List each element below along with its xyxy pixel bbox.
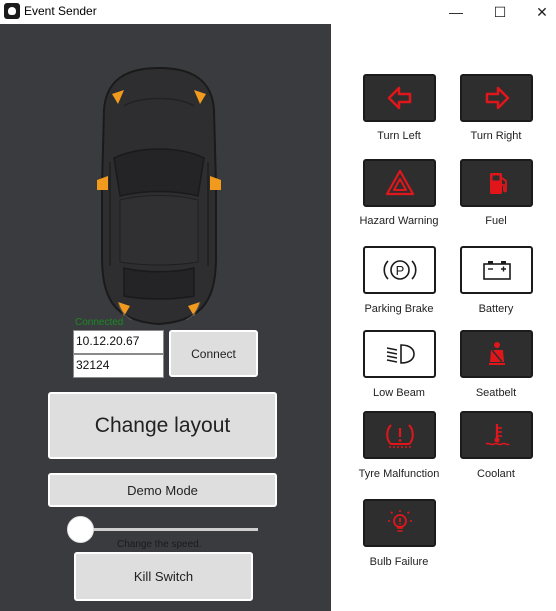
bulb-failure-icon	[387, 510, 412, 532]
control-panel: Connected 10.12.20.67 32124 Connect Chan…	[0, 24, 331, 611]
coolant-temperature-icon	[485, 424, 510, 446]
demo-mode-button[interactable]: Demo Mode	[48, 473, 277, 507]
window-title: Event Sender	[24, 4, 97, 18]
fuel-label: Fuel	[485, 215, 507, 227]
fuel-pump-icon	[489, 173, 507, 194]
seatbelt-icon	[488, 342, 505, 365]
low-beam-icon	[386, 344, 415, 364]
tyre-malfunction-label: Tyre Malfunction	[358, 468, 440, 480]
port-input[interactable]: 32124	[73, 354, 164, 378]
car-top-view-icon	[97, 66, 221, 326]
close-button[interactable]: ✕	[520, 0, 556, 24]
battery-telltale[interactable]	[460, 246, 533, 294]
turn-left-arrow-icon	[387, 86, 411, 110]
title-bar: Event Sender — ☐ ✕	[0, 0, 556, 24]
speed-caption: Change the speed.	[117, 539, 202, 550]
speed-slider-track[interactable]	[82, 528, 258, 531]
parking-brake-icon: P	[382, 260, 417, 280]
connection-status: Connected	[75, 317, 124, 328]
ip-address-input[interactable]: 10.12.20.67	[73, 330, 164, 354]
turn-left-telltale[interactable]	[363, 74, 436, 122]
app-icon	[4, 3, 20, 19]
fuel-telltale[interactable]	[460, 159, 533, 207]
minimize-button[interactable]: —	[434, 0, 478, 24]
coolant-label: Coolant	[477, 468, 515, 480]
change-layout-button[interactable]: Change layout	[48, 392, 277, 459]
speed-slider-thumb[interactable]	[67, 516, 94, 543]
left-mirror-indicator	[97, 176, 108, 190]
event-sender-window: Event Sender — ☐ ✕ Connected 10.12.20.67…	[0, 0, 556, 611]
low-beam-telltale[interactable]	[363, 330, 436, 378]
seatbelt-label: Seatbelt	[475, 387, 517, 399]
parking-brake-telltale[interactable]: P	[363, 246, 436, 294]
maximize-button[interactable]: ☐	[478, 0, 522, 24]
low-beam-label: Low Beam	[373, 387, 425, 399]
bulb-failure-label: Bulb Failure	[369, 556, 429, 568]
turn-right-telltale[interactable]	[460, 74, 533, 122]
telltale-panel: Turn Left Turn Right Hazard Warning Fuel	[331, 24, 556, 611]
seatbelt-telltale[interactable]	[460, 330, 533, 378]
hazard-warning-label: Hazard Warning	[359, 215, 439, 227]
turn-left-label: Turn Left	[377, 130, 421, 142]
bulb-failure-telltale[interactable]	[363, 499, 436, 547]
hazard-warning-telltale[interactable]	[363, 159, 436, 207]
battery-label: Battery	[478, 303, 514, 315]
turn-right-label: Turn Right	[470, 130, 522, 142]
svg-text:P: P	[395, 263, 404, 278]
battery-icon	[482, 261, 511, 280]
connect-button[interactable]: Connect	[169, 330, 258, 377]
tyre-pressure-icon	[385, 424, 414, 448]
hazard-triangle-icon	[385, 169, 414, 196]
coolant-telltale[interactable]	[460, 411, 533, 459]
tyre-malfunction-telltale[interactable]	[363, 411, 436, 459]
kill-switch-button[interactable]: Kill Switch	[74, 552, 253, 601]
right-mirror-indicator	[210, 176, 221, 190]
parking-brake-label: Parking Brake	[364, 303, 434, 315]
turn-right-arrow-icon	[485, 86, 509, 110]
